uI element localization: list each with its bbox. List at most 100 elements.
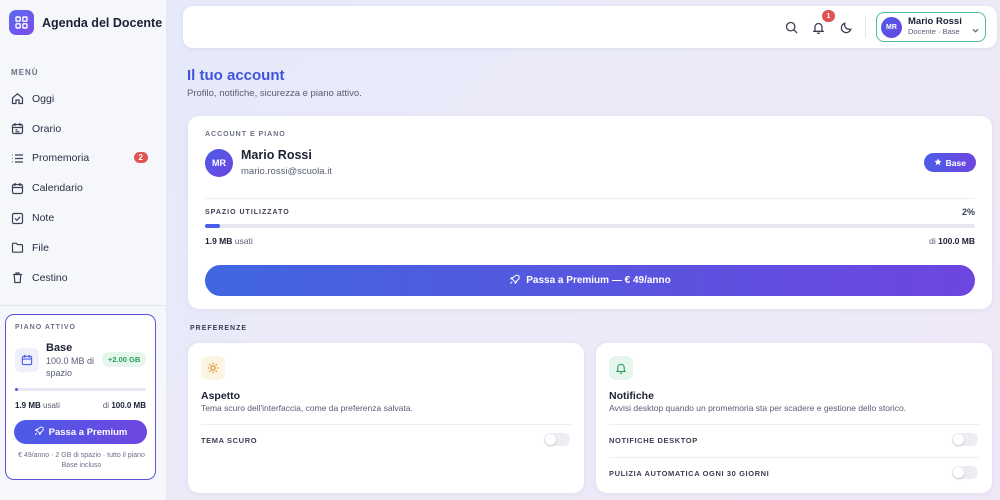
appearance-title: Aspetto bbox=[201, 390, 241, 402]
space-used-label: SPAZIO UTILIZZATO bbox=[205, 209, 290, 216]
sidebar-divider bbox=[0, 305, 166, 306]
sidebar-item-file[interactable]: File bbox=[0, 233, 166, 263]
auto-cleanup-label: PULIZIA AUTOMATICA OGNI 30 GIORNI bbox=[609, 469, 770, 478]
space-used-value: 1.9 MB bbox=[205, 236, 233, 246]
notifications-divider bbox=[609, 457, 979, 458]
plan-space: 100.0 MB di spazio bbox=[46, 356, 95, 378]
topbar: 1 MR Mario Rossi Docente · Base bbox=[183, 6, 997, 48]
notifications-description: Avvisi desktop quando un promemoria sta … bbox=[609, 403, 907, 413]
appearance-card: Aspetto Tema scuro dell'interfaccia, com… bbox=[188, 343, 584, 493]
auto-cleanup-toggle[interactable] bbox=[952, 466, 978, 479]
space-total-value: 100.0 MB bbox=[938, 236, 975, 246]
menu-label: MENÙ bbox=[11, 68, 39, 77]
account-name: Mario Rossi bbox=[241, 148, 312, 162]
brand[interactable]: Agenda del Docente bbox=[9, 10, 162, 35]
sidebar-item-label: Calendario bbox=[32, 182, 83, 195]
avatar: MR bbox=[205, 149, 233, 177]
page-title: Il tuo account bbox=[187, 67, 285, 84]
user-name: Mario Rossi bbox=[908, 16, 962, 27]
plan-extra-badge: +2.00 GB bbox=[102, 352, 147, 367]
dark-theme-label: TEMA SCURO bbox=[201, 436, 258, 445]
plan-name: Base bbox=[46, 342, 73, 354]
upgrade-premium-button[interactable]: Passa a Premium — € 49/anno bbox=[205, 265, 975, 296]
plan-total-prefix: di bbox=[102, 401, 110, 410]
desktop-notifications-toggle[interactable] bbox=[952, 433, 978, 446]
sidebar-item-cestino[interactable]: Cestino bbox=[0, 263, 166, 293]
trash-icon bbox=[11, 271, 24, 284]
sidebar-nav: Oggi Orario Promemoria 2 Calendario Note… bbox=[0, 84, 166, 293]
dark-theme-toggle[interactable] bbox=[544, 433, 570, 446]
checkbox-icon bbox=[11, 212, 24, 225]
calendar-icon bbox=[11, 182, 24, 195]
bell-icon[interactable] bbox=[810, 19, 826, 35]
preferences-section-label: PREFERENZE bbox=[190, 325, 248, 332]
space-total-prefix: di bbox=[929, 236, 936, 246]
sidebar-item-label: Cestino bbox=[32, 271, 68, 284]
list-icon bbox=[11, 152, 24, 165]
moon-icon[interactable] bbox=[838, 19, 854, 35]
user-role: Docente · Base bbox=[908, 27, 960, 36]
account-card: ACCOUNT E PIANO MR Mario Rossi mario.ros… bbox=[188, 116, 992, 309]
sidebar-upgrade-button[interactable]: Passa a Premium bbox=[14, 420, 147, 444]
account-divider bbox=[205, 198, 975, 199]
rocket-icon bbox=[509, 274, 520, 288]
plan-note: € 49/anno · 2 GB di spazio · tutto il pi… bbox=[18, 452, 145, 469]
sidebar-item-label: File bbox=[32, 241, 49, 254]
notifications-title: Notifiche bbox=[609, 390, 654, 402]
notifications-count-badge: 1 bbox=[822, 10, 835, 22]
bell-icon bbox=[609, 356, 633, 380]
space-used: 1.9 MB usati bbox=[205, 236, 253, 246]
grid-logo-icon bbox=[9, 10, 34, 35]
sidebar-item-label: Promemoria bbox=[32, 152, 90, 165]
app-title: Agenda del Docente bbox=[42, 15, 163, 30]
topbar-divider bbox=[865, 16, 866, 38]
sidebar-item-oggi[interactable]: Oggi bbox=[0, 84, 166, 114]
notifications-divider bbox=[609, 424, 979, 425]
sidebar: Agenda del Docente MENÙ Oggi Orario Prom… bbox=[0, 0, 167, 500]
search-icon[interactable] bbox=[783, 19, 799, 35]
space-usage-bar bbox=[205, 224, 975, 228]
promemoria-count-badge: 2 bbox=[133, 151, 148, 163]
upgrade-premium-label: Passa a Premium — € 49/anno bbox=[526, 275, 671, 286]
space-used-percent: 2% bbox=[961, 207, 975, 217]
sidebar-item-orario[interactable]: Orario bbox=[0, 114, 166, 144]
space-usage-bar-fill bbox=[205, 224, 221, 228]
account-email: mario.rossi@scuola.it bbox=[241, 166, 332, 177]
space-total: di 100.0 MB bbox=[929, 236, 975, 246]
appearance-description: Tema scuro dell'interfaccia, come da pre… bbox=[201, 403, 413, 413]
plan-badge-label: Base bbox=[945, 157, 966, 168]
appearance-divider bbox=[201, 424, 571, 425]
page-subtitle: Profilo, notifiche, sicurezza e piano at… bbox=[187, 88, 362, 99]
sidebar-item-note[interactable]: Note bbox=[0, 203, 166, 233]
sidebar-item-promemoria[interactable]: Promemoria 2 bbox=[0, 144, 166, 174]
plan-badge: Base bbox=[923, 153, 976, 172]
plan-used-suffix: usati bbox=[43, 401, 60, 410]
user-menu[interactable]: MR Mario Rossi Docente · Base bbox=[876, 12, 986, 42]
account-section-label: ACCOUNT E PIANO bbox=[205, 131, 286, 138]
space-used-suffix: usati bbox=[234, 236, 253, 246]
plan-total-value: 100.0 MB bbox=[111, 401, 146, 410]
calendar-icon bbox=[15, 348, 39, 372]
user-menu-text: Mario Rossi Docente · Base bbox=[908, 17, 962, 37]
sidebar-item-calendario[interactable]: Calendario bbox=[0, 173, 166, 203]
active-plan-card: PIANO ATTIVO Base 100.0 MB di spazio +2.… bbox=[5, 314, 156, 480]
sidebar-item-label: Oggi bbox=[32, 92, 55, 105]
rocket-icon bbox=[34, 426, 44, 439]
star-icon bbox=[934, 157, 942, 168]
plan-total: di 100.0 MB bbox=[103, 401, 146, 410]
sidebar-item-label: Note bbox=[32, 212, 55, 225]
plan-usage-bar-fill bbox=[15, 388, 18, 391]
plan-used: 1.9 MB usati bbox=[15, 401, 60, 410]
sun-icon bbox=[201, 356, 225, 380]
plan-usage-bar bbox=[15, 388, 146, 391]
plan-card-label: PIANO ATTIVO bbox=[15, 324, 76, 331]
chevron-down-icon bbox=[971, 22, 980, 40]
notifications-card: Notifiche Avvisi desktop quando un prome… bbox=[596, 343, 992, 493]
calendar-clock-icon bbox=[11, 122, 24, 135]
plan-used-value: 1.9 MB bbox=[15, 401, 41, 410]
folder-icon bbox=[11, 241, 24, 254]
avatar: MR bbox=[881, 16, 902, 38]
home-icon bbox=[11, 92, 24, 105]
sidebar-item-label: Orario bbox=[32, 122, 62, 135]
desktop-notifications-label: NOTIFICHE DESKTOP bbox=[609, 436, 698, 445]
